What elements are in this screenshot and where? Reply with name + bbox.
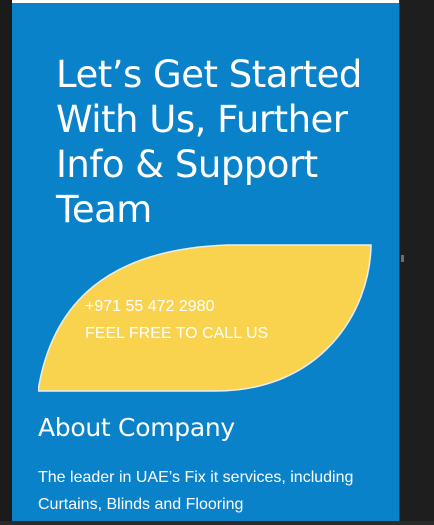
about-company-title: About Company <box>38 413 235 442</box>
resize-handle[interactable] <box>401 255 404 262</box>
window-divider <box>399 0 400 525</box>
left-border <box>0 0 12 525</box>
bottom-bar <box>0 521 434 525</box>
contact-panel: Let’s Get Started With Us, Further Info … <box>12 0 399 525</box>
app-window: Let’s Get Started With Us, Further Info … <box>0 0 434 525</box>
hero-headline: Let’s Get Started With Us, Further Info … <box>56 53 362 231</box>
call-us-text: FEEL FREE TO CALL US <box>85 325 269 342</box>
cta-text: +971 55 472 2980 FEEL FREE TO CALL US <box>85 293 268 347</box>
phone-number[interactable]: +971 55 472 2980 <box>85 293 268 320</box>
top-strip <box>12 0 399 3</box>
about-company-text: The leader in UAE’s Fix it services, inc… <box>38 469 354 513</box>
